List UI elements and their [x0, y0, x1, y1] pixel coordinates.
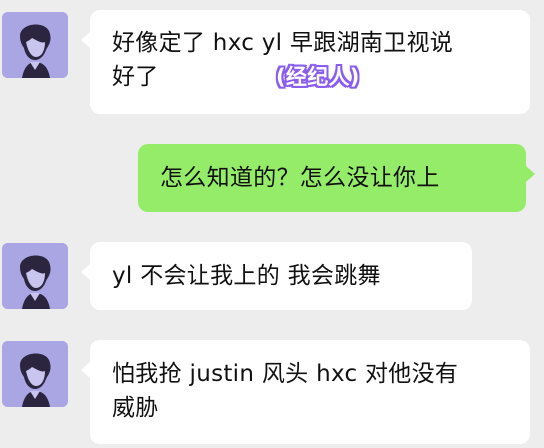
message-text-line-2: 威胁	[112, 395, 159, 421]
avatar[interactable]	[2, 243, 68, 309]
annotation-label: (经纪人)	[276, 65, 360, 89]
chat-window: 好像定了 hxc yl 早跟湖南卫视说 好了 (经纪人) 怎么知道的？怎么没让你…	[0, 0, 544, 448]
message-text-line-2: 好了	[112, 64, 159, 90]
message-bubble-incoming[interactable]: yl 不会让我上的 我会跳舞	[81, 242, 472, 310]
person-sketch-icon	[2, 12, 68, 78]
avatar[interactable]	[2, 12, 68, 78]
message-text: 怎么知道的？怎么没让你上	[160, 165, 440, 191]
avatar[interactable]	[2, 341, 68, 407]
message-text-line: 怕我抢 justin 风头 hxc 对他没有	[112, 361, 459, 387]
person-sketch-icon	[2, 243, 68, 309]
person-sketch-icon	[2, 341, 68, 407]
message-bubble-incoming[interactable]: 好像定了 hxc yl 早跟湖南卫视说 好了 (经纪人)	[81, 10, 530, 114]
message-bubble-outgoing[interactable]: 怎么知道的？怎么没让你上	[138, 144, 535, 212]
message-text-line: 好了 (经纪人)	[112, 60, 512, 94]
message-text: yl 不会让我上的 我会跳舞	[112, 263, 381, 289]
message-text-line: 好像定了 hxc yl 早跟湖南卫视说	[112, 30, 454, 56]
message-bubble-incoming[interactable]: 怕我抢 justin 风头 hxc 对他没有 威胁	[81, 340, 530, 444]
